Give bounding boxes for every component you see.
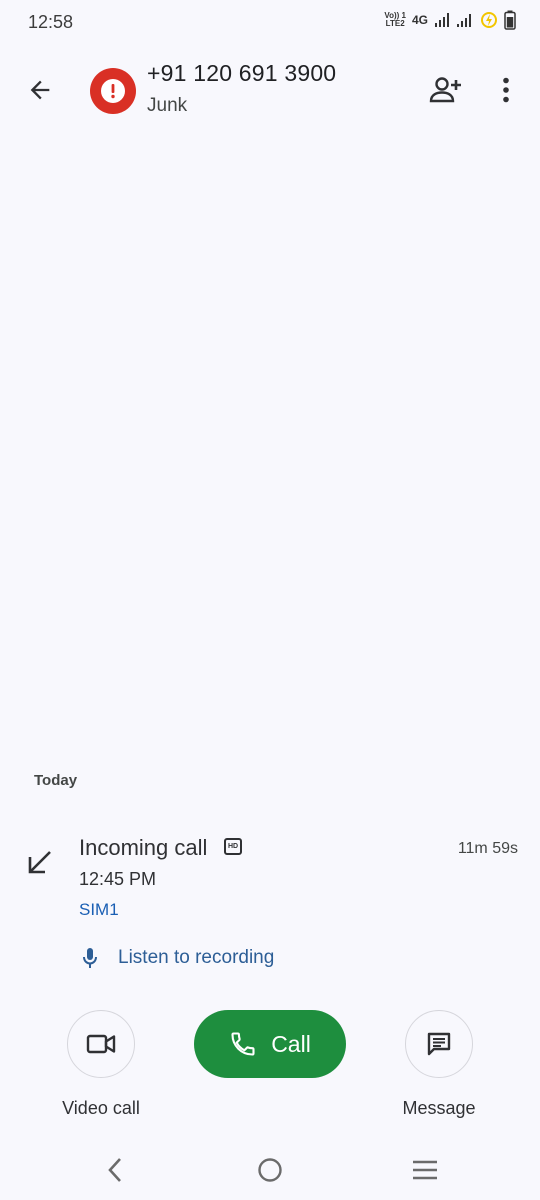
nav-recents-button[interactable]	[403, 1150, 447, 1190]
more-vert-icon	[503, 77, 509, 103]
battery-saver-icon	[481, 12, 497, 28]
contact-label: Junk	[147, 95, 188, 116]
nav-home-icon	[258, 1158, 282, 1182]
spam-alert-icon	[101, 79, 125, 103]
call-details-screen: 12:58 Vo)) 1 LTE2 4G +91 120 691 3900 Ju…	[0, 0, 540, 1200]
nav-back-button[interactable]	[93, 1150, 137, 1190]
more-options-button[interactable]	[484, 68, 528, 112]
call-type-label: Incoming call	[79, 835, 208, 860]
status-time: 12:58	[28, 12, 74, 32]
videocam-icon	[86, 1034, 116, 1054]
call-button-label: Call	[271, 1030, 311, 1057]
video-call-label: Video call	[62, 1098, 140, 1118]
signal-sim1-icon	[435, 13, 449, 27]
phone-icon	[231, 1032, 255, 1056]
listen-to-recording-button[interactable]: Listen to recording	[70, 938, 274, 978]
status-bar: 12:58 Vo)) 1 LTE2 4G	[0, 0, 540, 46]
message-icon	[427, 1032, 451, 1056]
volte-icon: Vo)) 1 LTE2	[384, 12, 406, 28]
call-button[interactable]: Call	[194, 1010, 346, 1078]
phone-number-title: +91 120 691 3900	[147, 60, 337, 86]
arrow-back-icon	[30, 80, 50, 100]
network-type-label: 4G	[411, 13, 428, 27]
system-nav-bar	[0, 1140, 540, 1200]
battery-icon	[504, 10, 516, 30]
add-contact-icon	[429, 77, 461, 103]
spam-avatar	[90, 68, 136, 114]
nav-recents-icon	[413, 1160, 437, 1180]
history-date-label: Today	[34, 772, 78, 789]
call-sim-label: SIM1	[79, 900, 119, 919]
call-history-entry: Incoming call HD 12:45 PM SIM1 11m 59s	[0, 820, 540, 930]
status-icons: Vo)) 1 LTE2 4G	[384, 10, 516, 30]
call-duration: 11m 59s	[457, 840, 518, 857]
incoming-call-icon	[28, 851, 51, 874]
mic-icon	[70, 938, 110, 978]
back-button[interactable]	[16, 68, 64, 112]
message-label: Message	[402, 1098, 476, 1118]
message-button[interactable]	[405, 1010, 473, 1078]
add-contact-button[interactable]	[422, 68, 470, 112]
signal-sim2-icon	[457, 14, 471, 27]
nav-back-icon	[108, 1158, 121, 1182]
volte-line2: LTE2	[385, 19, 405, 28]
call-time: 12:45 PM	[79, 869, 157, 889]
listen-to-recording-label: Listen to recording	[118, 947, 275, 968]
video-call-button[interactable]	[67, 1010, 135, 1078]
hd-badge: HD	[224, 838, 242, 855]
nav-home-button[interactable]	[248, 1150, 292, 1190]
